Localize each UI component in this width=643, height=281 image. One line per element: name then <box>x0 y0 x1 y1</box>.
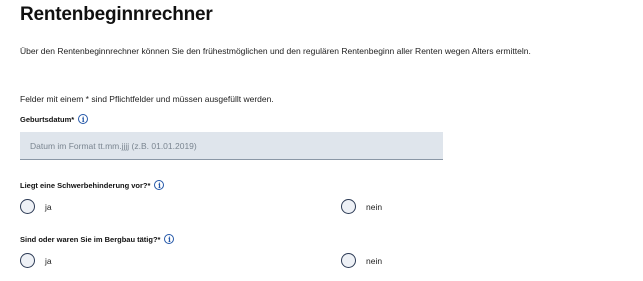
info-icon[interactable]: i <box>154 180 165 190</box>
radio-button[interactable] <box>20 199 35 214</box>
required-fields-note: Felder mit einem * sind Pflichtfelder un… <box>20 94 274 104</box>
mining-label-row: Sind oder waren Sie im Bergbau tätig?* i <box>20 234 175 244</box>
birthdate-label-row: Geburtsdatum* i <box>20 114 89 124</box>
disability-radio-no[interactable]: nein <box>341 199 382 214</box>
birthdate-label: Geburtsdatum* <box>20 114 75 124</box>
disability-label: Liegt eine Schwerbehinderung vor?* <box>20 180 151 190</box>
disability-radio-yes[interactable]: ja <box>20 199 52 214</box>
radio-button[interactable] <box>341 199 356 214</box>
birthdate-input[interactable] <box>20 132 443 160</box>
radio-button[interactable] <box>20 253 35 268</box>
radio-label-no: nein <box>366 201 383 212</box>
mining-radio-no[interactable]: nein <box>341 253 382 268</box>
info-icon[interactable]: i <box>78 114 89 124</box>
mining-radio-yes[interactable]: ja <box>20 253 52 268</box>
page-title: Rentenbeginnrechner <box>20 4 213 25</box>
radio-label-yes: ja <box>45 255 52 266</box>
radio-label-yes: ja <box>45 201 52 212</box>
radio-label-no: nein <box>366 255 383 266</box>
disability-label-row: Liegt eine Schwerbehinderung vor?* i <box>20 180 165 190</box>
mining-label: Sind oder waren Sie im Bergbau tätig?* <box>20 234 161 244</box>
intro-text: Über den Rentenbeginnrechner können Sie … <box>20 46 531 56</box>
info-icon[interactable]: i <box>164 234 175 244</box>
radio-button[interactable] <box>341 253 356 268</box>
